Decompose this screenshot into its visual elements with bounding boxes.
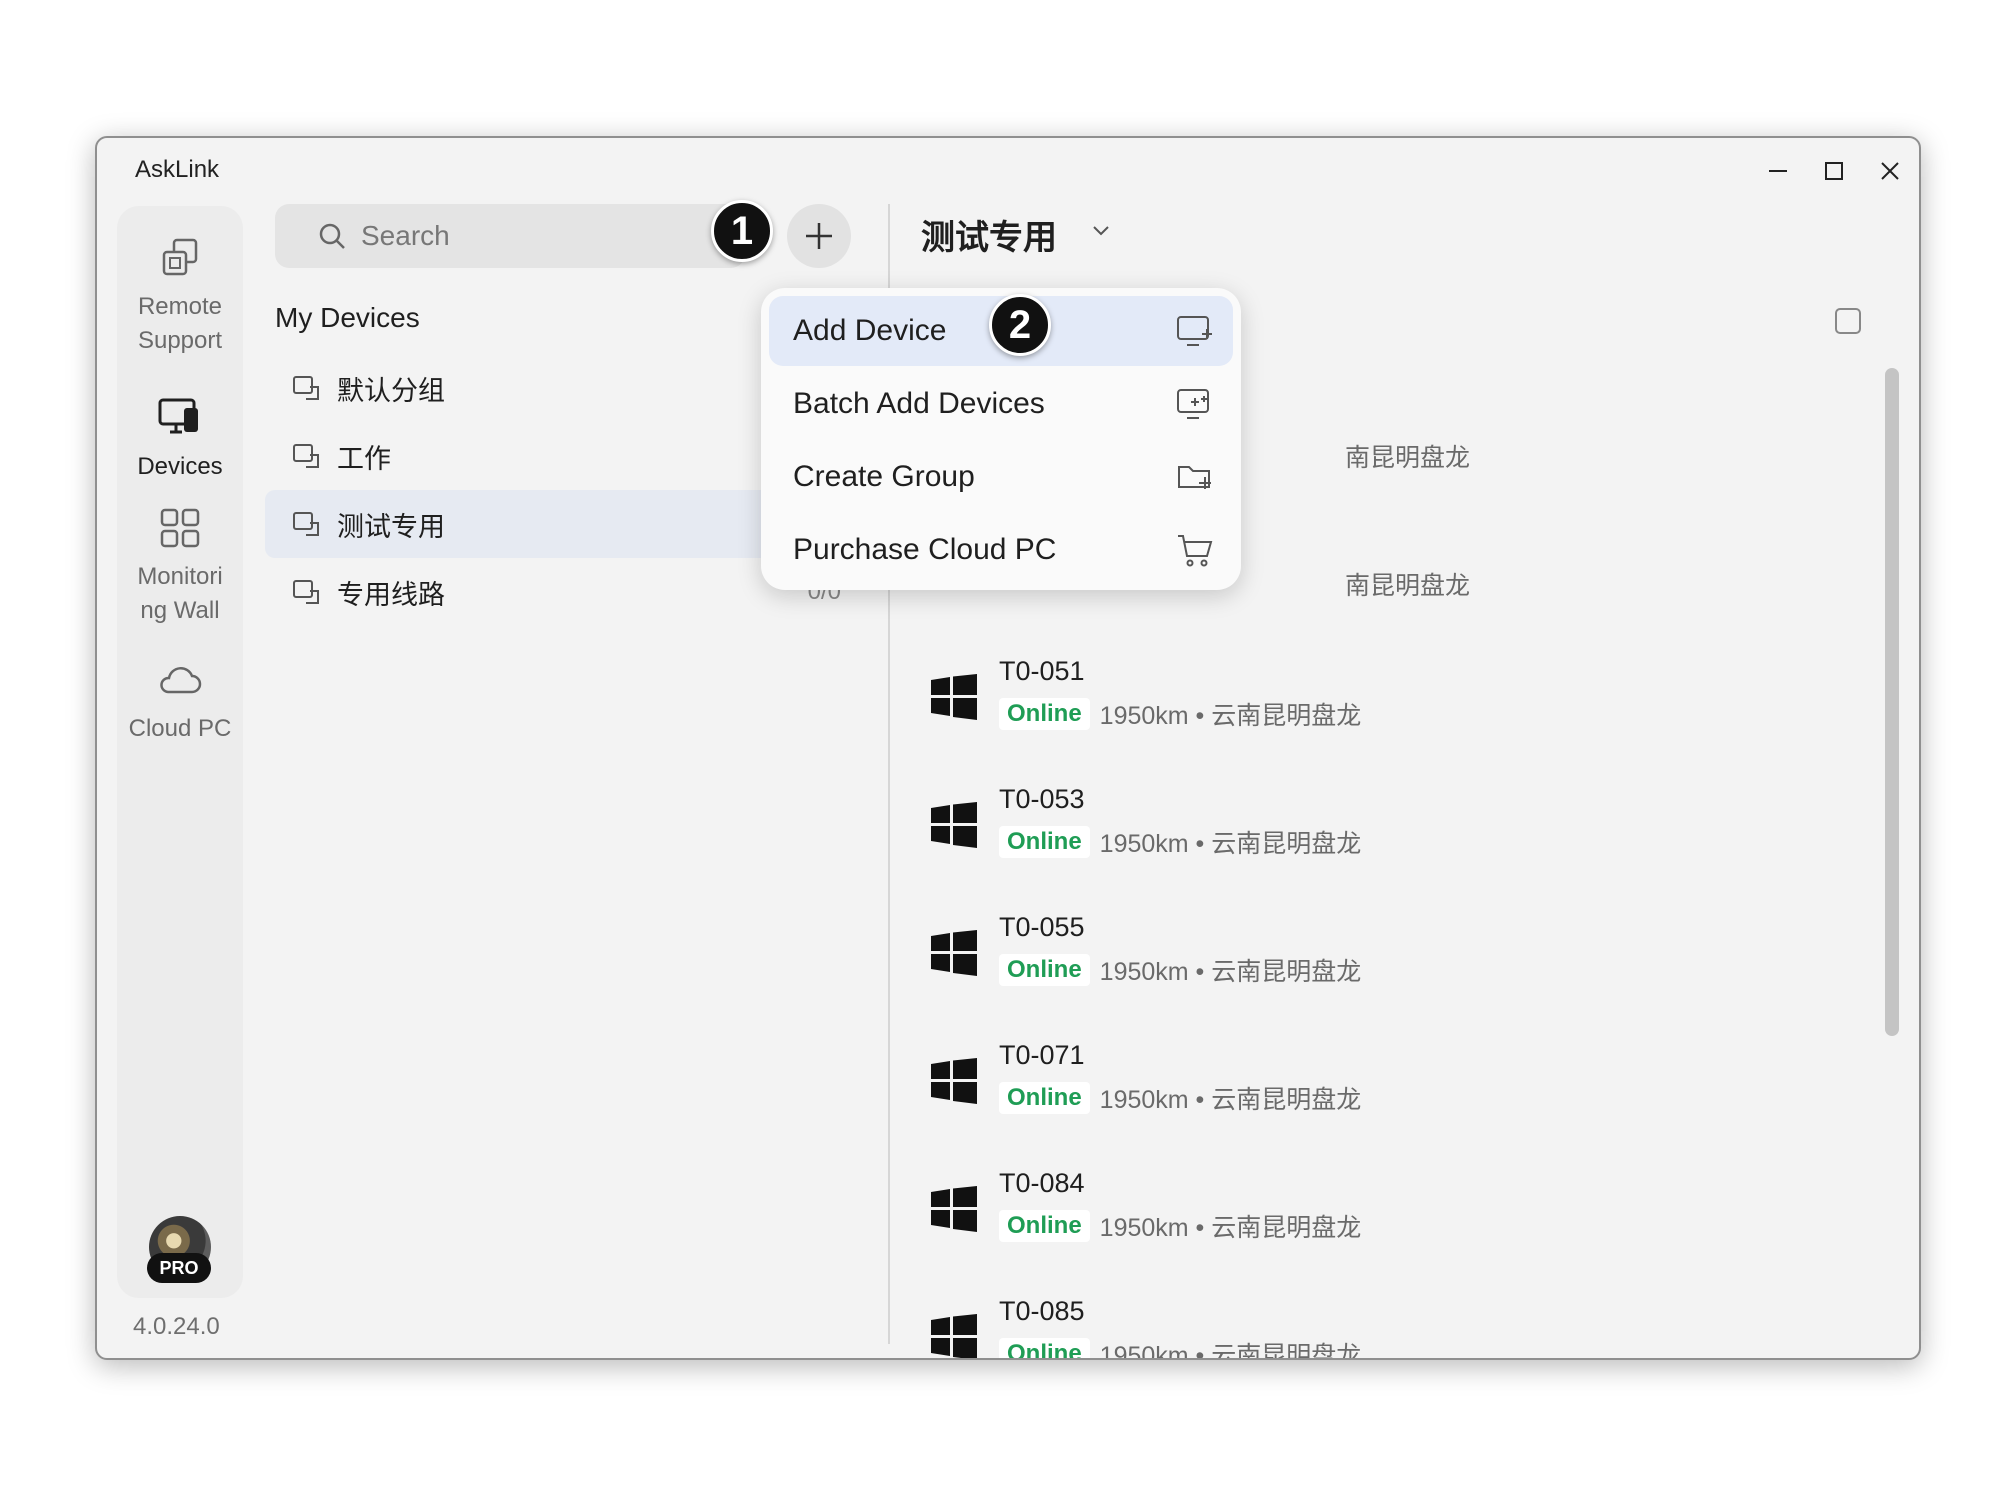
current-group-title[interactable]: 测试专用: [921, 210, 1057, 259]
device-meta: Online 1950km • 云南昆明盘龙: [999, 696, 1361, 732]
remote-support-icon: [162, 238, 198, 276]
windows-icon: [931, 1314, 977, 1358]
scrollbar[interactable]: [1885, 368, 1899, 1036]
monitor-multi-plus-icon: [1177, 389, 1209, 419]
device-row[interactable]: T0-055 Online 1950km • 云南昆明盘龙: [931, 912, 1631, 1022]
device-name: T0-084: [999, 1168, 1085, 1198]
device-location: 1950km • 云南昆明盘龙: [1099, 1342, 1362, 1360]
rail-label-remote-support: Remote Support: [137, 293, 223, 354]
device-location: 1950km • 云南昆明盘龙: [1099, 958, 1362, 986]
device-location: 1950km • 云南昆明盘龙: [1099, 1214, 1362, 1242]
rail-label-devices: Devices: [137, 453, 223, 480]
menu-label: Create Group: [793, 460, 975, 493]
cloud-icon: [160, 667, 202, 694]
group-name: 工作: [337, 443, 391, 474]
status-badge: Online: [999, 1082, 1090, 1114]
device-row[interactable]: T0-085 Online 1950km • 云南昆明盘龙: [931, 1296, 1631, 1360]
status-badge: Online: [999, 1338, 1090, 1358]
rail-item-monitoring-wall[interactable]: Monitori ng Wall: [117, 504, 243, 628]
nav-rail: Remote Support Devices Monitori ng Wall: [117, 206, 243, 1298]
step-marker-2: 2: [989, 294, 1051, 356]
device-meta: Online 1950km • 云南昆明盘龙: [999, 1336, 1362, 1360]
pro-badge: PRO: [147, 1253, 211, 1283]
folder-plus-icon: [1178, 466, 1211, 489]
device-row[interactable]: T0-053 Online 1950km • 云南昆明盘龙: [931, 784, 1631, 894]
group-name: 专用线路: [337, 579, 445, 610]
device-meta: Online 1950km • 云南昆明盘龙: [999, 1080, 1361, 1116]
device-name: T0-051: [999, 656, 1085, 686]
group-name: 默认分组: [337, 375, 445, 406]
group-icon: [293, 376, 319, 400]
plus-icon: [806, 223, 832, 249]
device-row[interactable]: T0-071 Online 1950km • 云南昆明盘龙: [931, 1040, 1631, 1150]
chevron-down-icon[interactable]: [1089, 218, 1113, 242]
device-row[interactable]: T0-051 Online 1950km • 云南昆明盘龙: [931, 656, 1631, 766]
maximize-icon: [1825, 162, 1843, 180]
windows-icon: [931, 1186, 977, 1232]
rail-label-cloud-pc: Cloud PC: [128, 715, 232, 742]
windows-icon: [931, 930, 977, 976]
close-icon: [1881, 162, 1899, 180]
menu-label: Purchase Cloud PC: [793, 533, 1057, 566]
windows-icon: [931, 674, 977, 720]
search-icon: [319, 223, 345, 249]
group-icon: [293, 580, 319, 604]
menu-label: Add Device: [793, 314, 947, 347]
add-button[interactable]: [787, 204, 851, 268]
app-window: AskLink Remote Support Devices Monitori …: [95, 136, 1921, 1360]
monitoring-wall-icon: [160, 508, 200, 548]
monitor-plus-icon: [1177, 316, 1212, 346]
status-badge: Online: [999, 698, 1090, 730]
add-menu: Add Device 2 Batch Add Devices Create Gr…: [761, 288, 1241, 590]
devices-icon: [158, 398, 198, 434]
minimize-button[interactable]: [1753, 148, 1803, 194]
device-location: 1950km • 云南昆明盘龙: [1099, 830, 1362, 858]
rail-label-monitoring-wall: Monitori ng Wall: [137, 563, 223, 624]
device-meta: Online 1950km • 云南昆明盘龙: [999, 824, 1361, 860]
group-icon: [293, 512, 319, 536]
device-name: T0-071: [999, 1040, 1085, 1070]
maximize-button[interactable]: [1809, 148, 1859, 194]
search-input[interactable]: [359, 219, 683, 253]
device-meta: Online 1950km • 云南昆明盘龙: [999, 1208, 1361, 1244]
device-name: T0-055: [999, 912, 1085, 942]
device-meta: 南昆明盘龙: [1335, 566, 1470, 602]
device-meta: 南昆明盘龙: [1335, 438, 1470, 474]
search-box[interactable]: [275, 204, 745, 268]
rail-item-cloud-pc[interactable]: Cloud PC: [117, 656, 243, 746]
version-label: 4.0.24.0: [133, 1313, 220, 1340]
menu-item-create-group[interactable]: Create Group: [769, 442, 1233, 512]
device-location: 1950km • 云南昆明盘龙: [1099, 1086, 1362, 1114]
cart-icon: [1178, 535, 1213, 567]
device-row[interactable]: T0-084 Online 1950km • 云南昆明盘龙: [931, 1168, 1631, 1278]
menu-item-batch-add-devices[interactable]: Batch Add Devices: [769, 369, 1233, 439]
minimize-icon: [1769, 170, 1787, 172]
close-button[interactable]: [1865, 148, 1915, 194]
rail-item-devices[interactable]: Devices: [117, 394, 243, 484]
menu-item-purchase-cloud-pc[interactable]: Purchase Cloud PC: [769, 515, 1233, 585]
select-all-checkbox[interactable]: [1835, 308, 1861, 334]
windows-icon: [931, 802, 977, 848]
device-location: 南昆明盘龙: [1345, 572, 1471, 600]
rail-item-remote-support[interactable]: Remote Support: [117, 234, 243, 358]
group-icon: [293, 444, 319, 468]
device-location: 南昆明盘龙: [1345, 444, 1471, 472]
device-name: T0-085: [999, 1296, 1085, 1326]
device-meta: Online 1950km • 云南昆明盘龙: [999, 952, 1361, 988]
my-devices-title: My Devices: [275, 302, 420, 333]
status-badge: Online: [999, 1210, 1090, 1242]
windows-icon: [931, 1058, 977, 1104]
app-title: AskLink: [135, 156, 220, 183]
device-location: 1950km • 云南昆明盘龙: [1099, 702, 1362, 730]
menu-label: Batch Add Devices: [793, 387, 1045, 420]
status-badge: Online: [999, 826, 1090, 858]
status-badge: Online: [999, 954, 1090, 986]
step-marker-1: 1: [711, 200, 773, 262]
group-name: 测试专用: [337, 511, 445, 542]
device-name: T0-053: [999, 784, 1085, 814]
